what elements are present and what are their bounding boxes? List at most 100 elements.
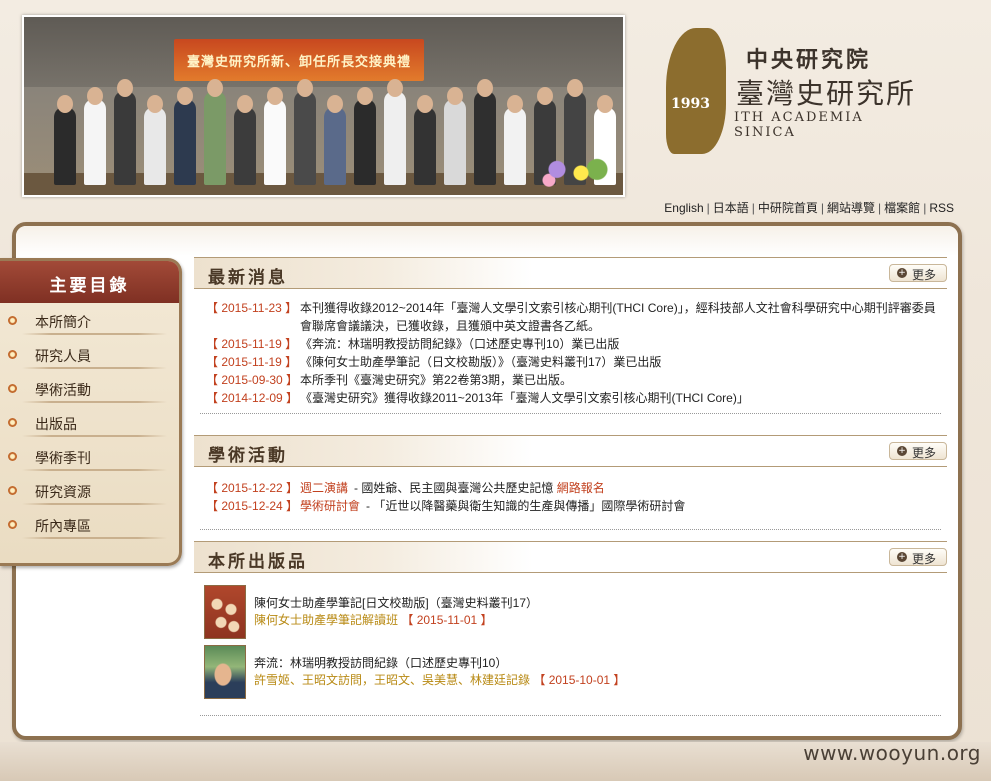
publications-header: 本所出版品 + 更多: [194, 541, 947, 573]
banner-person: [414, 107, 436, 185]
publication-meta: 陳何女士助產學筆記解讀班 【 2015-11-01 】: [254, 612, 947, 629]
activities-more-button[interactable]: + 更多: [889, 442, 947, 460]
banner-person: [324, 107, 346, 185]
banner-person: [294, 91, 316, 185]
banner-person: [474, 91, 496, 185]
sidebar-item-label: 出版品: [35, 417, 77, 433]
news-link[interactable]: 《陳何女士助產學筆記（日文校勘版）》（臺灣史料叢刊17）業已出版: [300, 355, 661, 369]
link-japanese[interactable]: 日本語: [713, 201, 749, 215]
sidebar-item-label: 所內專區: [35, 519, 91, 535]
publication-meta: 許雪姬、王昭文訪問，王昭文、吳美慧、林建廷記錄 【 2015-10-01 】: [254, 672, 947, 689]
more-label: 更多: [912, 268, 937, 282]
news-link[interactable]: 《臺灣史研究》獲得收錄2011~2013年「臺灣人文學引文索引核心期刊(THCI…: [300, 391, 749, 405]
banner-person: [114, 91, 136, 185]
news-link[interactable]: 本刊獲得收錄2012~2014年「臺灣人文學引文索引核心期刊(THCI Core…: [300, 301, 936, 333]
banner-person-head: [447, 87, 463, 105]
publications-more-button[interactable]: + 更多: [889, 548, 947, 566]
banner-person-head: [387, 79, 403, 97]
link-sitemap[interactable]: 網站導覽: [827, 201, 875, 215]
banner-person: [264, 99, 286, 185]
sidebar-item-researchers[interactable]: 研究人員: [0, 337, 179, 371]
news-link[interactable]: 《奔流：林瑞明教授訪問紀錄》（口述歷史專刊10）業已出版: [300, 337, 619, 351]
news-link[interactable]: 本所季刊《臺灣史研究》第22卷第3期，業已出版。: [300, 373, 572, 387]
sidebar-item-label: 學術季刊: [35, 451, 91, 467]
plus-icon: +: [897, 446, 907, 456]
news-section: 最新消息 + 更多 【 2015-11-23 】本刊獲得收錄2012~2014年「…: [194, 257, 947, 414]
site-logo[interactable]: 1993 中央研究院 臺灣史研究所 ITH ACADEMIA SINICA: [666, 28, 926, 158]
news-item: 【 2015-11-23 】本刊獲得收錄2012~2014年「臺灣人文學引文索引…: [206, 299, 947, 335]
book-cover-image[interactable]: [204, 585, 246, 639]
banner-person-head: [357, 87, 373, 105]
banner-person: [144, 107, 166, 185]
sidebar-title: 主要目錄: [0, 261, 179, 303]
news-date: 【 2015-11-23 】: [206, 301, 298, 315]
activities-list: 【 2015-12-22 】週二演講 - 國姓爺、民主國與臺灣公共歷史記憶 網路報…: [194, 467, 947, 521]
plus-icon: +: [897, 552, 907, 562]
sidebar-item-internal[interactable]: 所內專區: [0, 507, 179, 541]
sidebar-item-publications[interactable]: 出版品: [0, 405, 179, 439]
taiwan-logo-icon: 1993: [666, 28, 726, 154]
logo-institute-cn: 臺灣史研究所: [736, 77, 917, 110]
banner-person: [204, 91, 226, 185]
banner-person-head: [117, 79, 133, 97]
publications-section: 本所出版品 + 更多 陳何女士助產學筆記[日文校勘版]（臺灣史料叢刊17） 陳何女…: [194, 541, 947, 716]
link-archives[interactable]: 檔案館: [884, 201, 920, 215]
activity-item: 【 2015-12-24 】學術研討會 - 「近世以降醫藥與衛生知識的生產與傳播」…: [206, 497, 947, 515]
watermark: www.wooyun.org: [803, 741, 981, 765]
banner-person-head: [327, 95, 343, 113]
banner-person: [54, 107, 76, 185]
link-separator: |: [706, 201, 710, 215]
banner-person-head: [567, 79, 583, 97]
link-sinica-home[interactable]: 中研院首頁: [758, 201, 818, 215]
bullet-icon: [8, 350, 17, 359]
link-english[interactable]: English: [664, 201, 703, 215]
news-date: 【 2015-11-19 】: [206, 355, 298, 369]
news-item: 【 2014-12-09 】《臺灣史研究》獲得收錄2011~2013年「臺灣人文…: [206, 389, 947, 407]
activity-date: 【 2015-12-22 】: [206, 481, 299, 495]
sidebar-item-quarterly[interactable]: 學術季刊: [0, 439, 179, 473]
news-header: 最新消息 + 更多: [194, 257, 947, 289]
banner-person-head: [207, 79, 223, 97]
activities-header: 學術活動 + 更多: [194, 435, 947, 467]
activities-title: 學術活動: [208, 446, 288, 466]
more-label: 更多: [912, 446, 937, 460]
news-list: 【 2015-11-23 】本刊獲得收錄2012~2014年「臺灣人文學引文索引…: [194, 289, 947, 413]
publication-authors: 陳何女士助產學筆記解讀班: [254, 613, 399, 627]
frame-topbar: [16, 226, 958, 256]
banner-person-head: [477, 79, 493, 97]
publication-title[interactable]: 陳何女士助產學筆記[日文校勘版]（臺灣史料叢刊17）: [254, 595, 947, 612]
banner-flowers: [533, 155, 613, 191]
news-item: 【 2015-11-19 】《陳何女士助產學筆記（日文校勘版）》（臺灣史料叢刊1…: [206, 353, 947, 371]
plus-icon: +: [897, 268, 907, 278]
link-rss[interactable]: RSS: [929, 201, 954, 215]
book-cover-image[interactable]: [204, 645, 246, 699]
news-title: 最新消息: [208, 268, 288, 288]
banner-person-head: [267, 87, 283, 105]
banner-person-head: [147, 95, 163, 113]
sidebar-item-resources[interactable]: 研究資源: [0, 473, 179, 507]
activity-type[interactable]: 週二演講: [300, 481, 348, 495]
bullet-icon: [8, 316, 17, 325]
banner-person: [504, 107, 526, 185]
bullet-icon: [8, 418, 17, 427]
bullet-icon: [8, 384, 17, 393]
banner-person-head: [177, 87, 193, 105]
activity-item: 【 2015-12-22 】週二演講 - 國姓爺、民主國與臺灣公共歷史記憶 網路報…: [206, 479, 947, 497]
news-more-button[interactable]: + 更多: [889, 264, 947, 282]
sidebar-item-activities[interactable]: 學術活動: [0, 371, 179, 405]
publication-title[interactable]: 奔流：林瑞明教授訪問紀錄（口述歷史專刊10）: [254, 655, 947, 672]
register-link[interactable]: 網路報名: [557, 481, 605, 495]
activity-date: 【 2015-12-24 】: [206, 499, 299, 513]
sidebar-item-about[interactable]: 本所簡介: [0, 303, 179, 337]
publication-item: 奔流：林瑞明教授訪問紀錄（口述歷史專刊10） 許雪姬、王昭文訪問，王昭文、吳美慧…: [204, 645, 947, 703]
section-divider: [200, 529, 941, 530]
banner-person-head: [57, 95, 73, 113]
top-links: English | 日本語 | 中研院首頁 | 網站導覽 | 檔案館 | RSS: [664, 199, 954, 216]
logo-year: 1993: [671, 96, 710, 112]
activities-section: 學術活動 + 更多 【 2015-12-22 】週二演講 - 國姓爺、民主國與臺灣公…: [194, 435, 947, 530]
banner-person-head: [597, 95, 613, 113]
sidebar-item-label: 學術活動: [35, 383, 91, 399]
news-date: 【 2014-12-09 】: [206, 391, 299, 405]
banner-person: [384, 91, 406, 185]
activity-type[interactable]: 學術研討會: [300, 499, 360, 513]
